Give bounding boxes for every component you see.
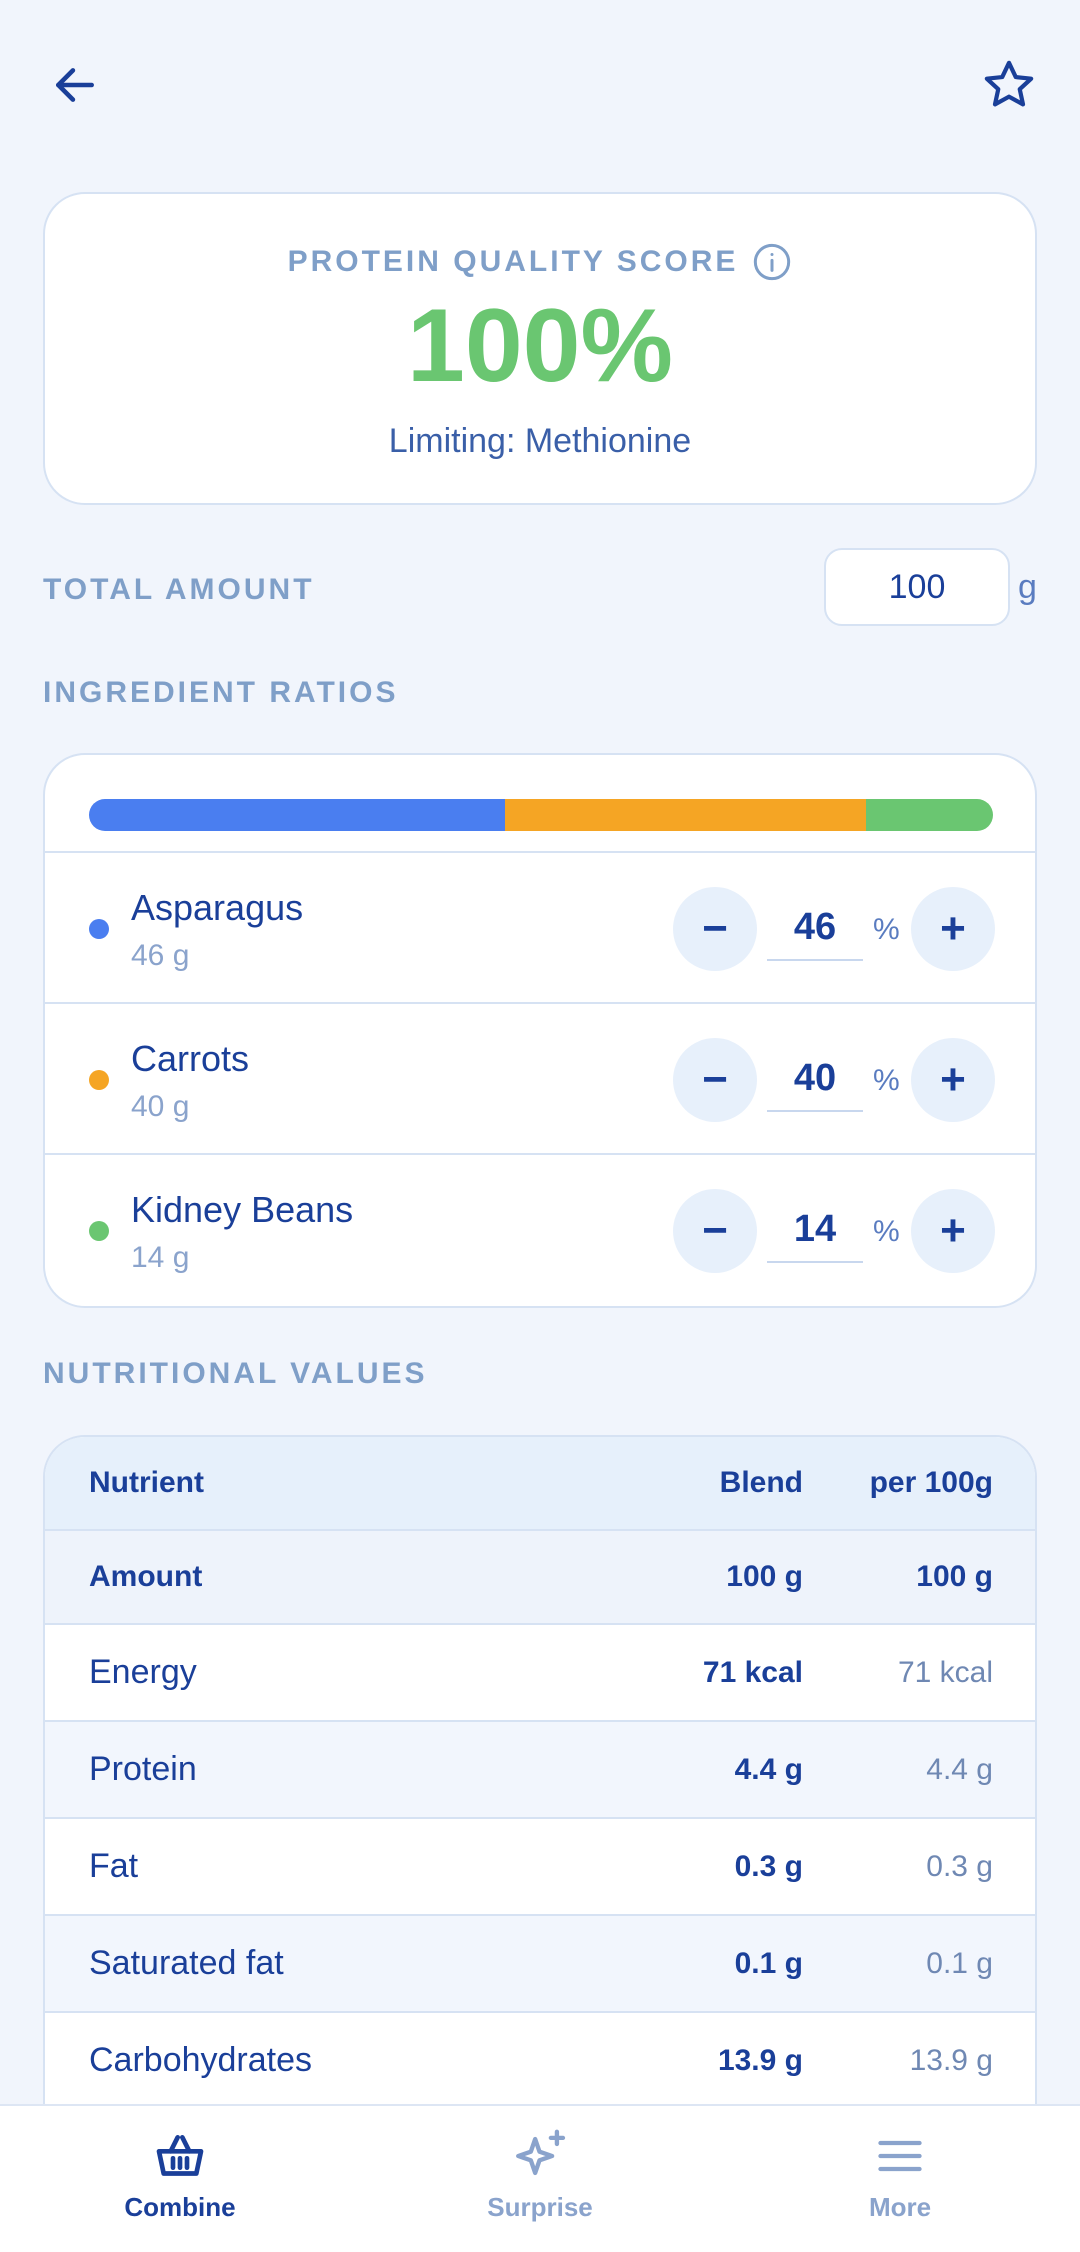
- info-icon[interactable]: [752, 242, 792, 282]
- ingredient-grams: 46 g: [131, 939, 190, 972]
- table-row: Protein 4.4 g 4.4 g: [45, 1722, 1035, 1819]
- star-icon: [984, 60, 1034, 107]
- ingredient-grams: 40 g: [131, 1090, 190, 1123]
- per100-value: 71 kcal: [897, 1655, 993, 1689]
- nav-label: More: [868, 2192, 932, 2222]
- favorite-button[interactable]: [964, 40, 1054, 130]
- color-dot: [89, 919, 109, 939]
- percent-sign: %: [873, 913, 900, 946]
- nutrient-name: Saturated fat: [89, 1944, 284, 1982]
- menu-icon: [870, 2126, 930, 2186]
- table-row-amount: Amount 100 g 100 g: [45, 1531, 1035, 1625]
- per100-value: 0.1 g: [926, 1946, 993, 1980]
- header-nutrient: Nutrient: [89, 1466, 204, 1499]
- score-value: 100%: [407, 288, 673, 404]
- total-amount-label: TOTAL AMOUNT: [43, 573, 315, 606]
- blend-value: 13.9 g: [717, 2043, 803, 2077]
- color-dot: [89, 1221, 109, 1241]
- ratio-segment: [504, 799, 867, 831]
- header-blend: Blend: [719, 1466, 803, 1499]
- table-row: Energy 71 kcal 71 kcal: [45, 1625, 1035, 1722]
- percent-sign: %: [873, 1064, 900, 1097]
- blend-value: 0.1 g: [734, 1946, 803, 1980]
- score-label-row: PROTEIN QUALITY SCORE: [45, 242, 1035, 282]
- table-row: Saturated fat 0.1 g 0.1 g: [45, 1916, 1035, 2013]
- nav-item-more[interactable]: More: [720, 2106, 1080, 2252]
- nutrient-name: Protein: [89, 1750, 197, 1788]
- ratio-segment: [89, 799, 505, 831]
- ingredient-ratios-title: INGREDIENT RATIOS: [43, 676, 399, 709]
- back-button[interactable]: [30, 40, 120, 130]
- ingredient-name: Asparagus: [131, 887, 304, 928]
- ingredient-row-carrots: Carrots 40 g − 40 % +: [45, 1002, 1035, 1153]
- nav-item-surprise[interactable]: Surprise: [360, 2106, 720, 2252]
- table-header-row: Nutrient Blend per 100g: [45, 1437, 1035, 1531]
- decrease-button[interactable]: −: [673, 887, 757, 971]
- decrease-button[interactable]: −: [673, 1189, 757, 1273]
- percent-input[interactable]: 14: [767, 1199, 863, 1263]
- blend-value: 71 kcal: [702, 1655, 803, 1689]
- top-bar: [0, 0, 1080, 175]
- score-label: PROTEIN QUALITY SCORE: [287, 245, 739, 278]
- total-amount-input[interactable]: 100: [824, 548, 1010, 626]
- total-amount-unit: g: [1018, 568, 1037, 606]
- percent-sign: %: [873, 1215, 900, 1248]
- protein-quality-card: PROTEIN QUALITY SCORE 100% Limiting: Met…: [43, 192, 1037, 505]
- nav-label: Surprise: [487, 2192, 593, 2222]
- arrow-left-icon: [56, 68, 94, 102]
- nutrient-name: Fat: [89, 1847, 139, 1885]
- increase-button[interactable]: +: [911, 1189, 995, 1273]
- decrease-button[interactable]: −: [673, 1038, 757, 1122]
- ingredient-row-asparagus: Asparagus 46 g − 46 % +: [45, 851, 1035, 1002]
- ingredient-ratios-card: Asparagus 46 g − 46 % + Carrots 40 g − 4…: [43, 753, 1037, 1308]
- blend-value: 100 g: [726, 1560, 803, 1593]
- per100-value: 0.3 g: [926, 1849, 993, 1883]
- blend-value: 4.4 g: [734, 1752, 803, 1786]
- increase-button[interactable]: +: [911, 1038, 995, 1122]
- nav-item-combine[interactable]: Combine: [0, 2106, 360, 2252]
- nutrient-name: Energy: [89, 1653, 197, 1691]
- nutrient-name: Carbohydrates: [89, 2041, 313, 2079]
- percent-input[interactable]: 40: [767, 1048, 863, 1112]
- nutritional-values-title: NUTRITIONAL VALUES: [43, 1357, 428, 1390]
- ratio-segment: [866, 799, 993, 831]
- table-row: Fat 0.3 g 0.3 g: [45, 1819, 1035, 1916]
- limiting-amino-acid: Limiting: Methionine: [388, 422, 692, 460]
- ratio-bar: [89, 799, 993, 831]
- color-dot: [89, 1070, 109, 1090]
- ingredient-row-kidney-beans: Kidney Beans 14 g − 14 % +: [45, 1153, 1035, 1304]
- nutrient-name: Amount: [89, 1560, 203, 1593]
- header-per100: per 100g: [869, 1466, 993, 1499]
- per100-value: 13.9 g: [909, 2043, 993, 2077]
- sparkle-icon: [510, 2126, 570, 2186]
- nutrition-table: Nutrient Blend per 100g Amount 100 g 100…: [43, 1435, 1037, 2135]
- percent-input[interactable]: 46: [767, 897, 863, 961]
- blend-value: 0.3 g: [734, 1849, 803, 1883]
- per100-value: 4.4 g: [926, 1752, 993, 1786]
- ingredient-name: Carrots: [131, 1038, 250, 1079]
- ingredient-name: Kidney Beans: [131, 1189, 354, 1230]
- increase-button[interactable]: +: [911, 887, 995, 971]
- ingredient-grams: 14 g: [131, 1241, 190, 1274]
- nav-label: Combine: [124, 2192, 236, 2222]
- bottom-navigation: Combine Surprise More: [0, 2104, 1080, 2252]
- per100-value: 100 g: [916, 1560, 993, 1593]
- table-row: Carbohydrates 13.9 g 13.9 g: [45, 2013, 1035, 2110]
- basket-icon: [150, 2126, 210, 2186]
